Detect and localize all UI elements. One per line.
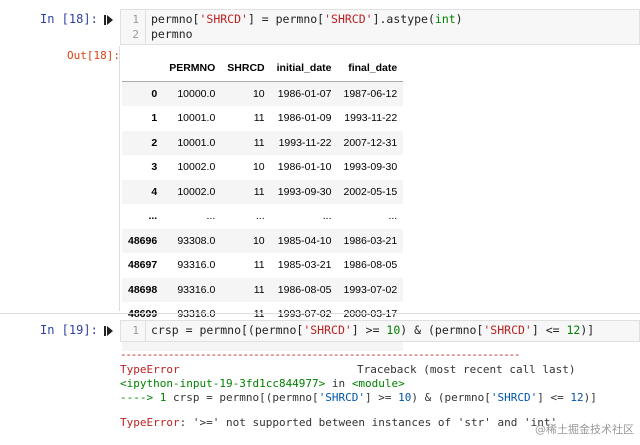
table-cell: 10002.0	[177, 161, 216, 174]
table-cell: ...	[206, 210, 216, 223]
row-index: 48698	[128, 283, 158, 296]
table-cell: 1986-08-05	[343, 259, 398, 272]
table-cell: 1986-01-07	[277, 87, 332, 100]
code-editor-19[interactable]: 1 crsp = permno[(permno['SHRCD'] >= 10) …	[120, 320, 640, 342]
table-cell: 10001.0	[177, 112, 216, 125]
code-line-2: permno	[151, 27, 193, 41]
table-cell: 10002.0	[177, 185, 216, 198]
table-cell: 93316.0	[177, 259, 216, 272]
table-row: 3 10002.0 10 1986-01-10 1993-09-30	[122, 155, 403, 180]
column-header: final_date	[337, 56, 404, 82]
table-cell: 10000.0	[177, 87, 216, 100]
traceback-location: <ipython-input-19-3fd1cc844977> in <modu…	[120, 377, 405, 390]
traceback-header-line: TypeError Traceback (most recent call las…	[120, 363, 576, 376]
in-prompt-19: In [19]:	[40, 323, 98, 337]
table-row: 4 10002.0 11 1993-09-30 2002-05-15	[122, 179, 404, 204]
column-header: SHRCD	[221, 56, 271, 82]
code-line-1: crsp = permno[(permno['SHRCD'] >= 10) & …	[151, 323, 595, 337]
traceback-header: Traceback (most recent call last)	[357, 363, 576, 376]
table-row: ...............	[122, 204, 403, 229]
table-cell: 1993-07-02	[343, 283, 398, 296]
table-cell: 11	[253, 112, 265, 125]
table-cell: 1987-06-12	[343, 87, 398, 100]
table-cell: 11	[253, 283, 265, 296]
table-cell: 11	[253, 259, 265, 272]
table-cell: 1986-01-09	[277, 112, 332, 125]
line-gutter: 1	[121, 321, 146, 341]
table-cell: 10	[252, 87, 265, 100]
table-cell: 11	[253, 136, 265, 149]
table-cell: 93316.0	[177, 283, 216, 296]
line-gutter: 1 2	[121, 10, 146, 44]
dataframe-table: PERMNO SHRCD initial_date final_date 0 10…	[122, 56, 404, 351]
row-index: 0	[151, 87, 158, 100]
row-index: 1	[151, 112, 158, 125]
table-row: 2 10001.0 11 1993-11-22 2007-12-31	[122, 130, 404, 155]
table-cell: 10001.0	[177, 136, 216, 149]
table-cell: 1993-11-22	[344, 112, 398, 125]
table-cell: ...	[388, 210, 398, 223]
run-cell-19-icon[interactable]	[104, 325, 114, 337]
table-row: 48697 93316.0 11 1985-03-21 1986-08-05	[122, 253, 403, 278]
table-row: 48698 93316.0 11 1986-08-05 1993-07-02	[122, 277, 404, 302]
line-number: 1	[132, 324, 139, 337]
line-number: 2	[132, 28, 139, 41]
index-header	[122, 56, 164, 82]
module-reference: <module>	[351, 377, 405, 390]
table-cell: 10	[252, 161, 265, 174]
table-cell: 11	[253, 185, 265, 198]
error-type: TypeError	[120, 363, 180, 376]
column-header: PERMNO	[163, 56, 222, 82]
output-scroll-border	[119, 46, 120, 311]
row-index: 3	[151, 161, 158, 174]
table-cell: 1986-03-21	[343, 234, 398, 247]
table-cell: 1986-01-10	[277, 161, 332, 174]
traceback-code-line: ----> 1 crsp = permno[(permno['SHRCD'] >…	[120, 391, 597, 404]
table-header-row: PERMNO SHRCD initial_date final_date	[122, 56, 404, 82]
table-cell: 1985-04-10	[277, 234, 332, 247]
row-index: 4	[151, 185, 158, 198]
table-row: 0 10000.0 10 1986-01-07 1987-06-12	[122, 81, 404, 106]
watermark: @稀土掘金技术社区	[535, 423, 634, 436]
table-cell: ...	[322, 210, 332, 223]
table-cell: 93308.0	[177, 234, 216, 247]
input-reference: <ipython-input-19-3fd1cc844977>	[120, 377, 326, 390]
in-prompt-18: In [18]:	[40, 12, 98, 26]
table-row: 1 10001.0 11 1986-01-09 1993-11-22	[122, 106, 403, 131]
table-cell: ...	[255, 210, 265, 223]
row-index: 2	[151, 136, 158, 149]
table-cell: 2007-12-31	[343, 136, 398, 149]
notebook: In [18]: 1 2 permno['SHRCD'] = permno['S…	[0, 0, 640, 445]
run-cell-18-icon[interactable]	[104, 14, 114, 26]
table-cell: 1986-08-05	[277, 283, 332, 296]
traceback-separator: ----------------------------------------…	[120, 348, 521, 361]
table-row: 48696 93308.0 10 1985-04-10 1986-03-21	[122, 228, 404, 253]
error-message: TypeError: '>=' not supported between in…	[120, 416, 558, 429]
line-number: 1	[132, 13, 139, 26]
cell-divider	[0, 313, 640, 314]
table-cell: 1993-11-22	[278, 136, 332, 149]
table-cell: 1993-09-30	[277, 185, 332, 198]
traceback-arrow: ----> 1	[120, 391, 173, 404]
out-prompt-18: Out[18]:	[67, 49, 120, 62]
row-index: 48696	[128, 234, 158, 247]
code-line-1: permno['SHRCD'] = permno['SHRCD'].astype…	[151, 12, 463, 26]
row-index: ...	[148, 210, 158, 223]
table-cell: 1993-09-30	[343, 161, 398, 174]
table-cell: 2002-05-15	[343, 185, 398, 198]
table-cell: 1985-03-21	[277, 259, 332, 272]
table-cell: 10	[252, 234, 265, 247]
column-header: initial_date	[270, 56, 338, 82]
row-index: 48697	[128, 259, 158, 272]
code-editor-18[interactable]: 1 2 permno['SHRCD'] = permno['SHRCD'].as…	[120, 9, 640, 45]
